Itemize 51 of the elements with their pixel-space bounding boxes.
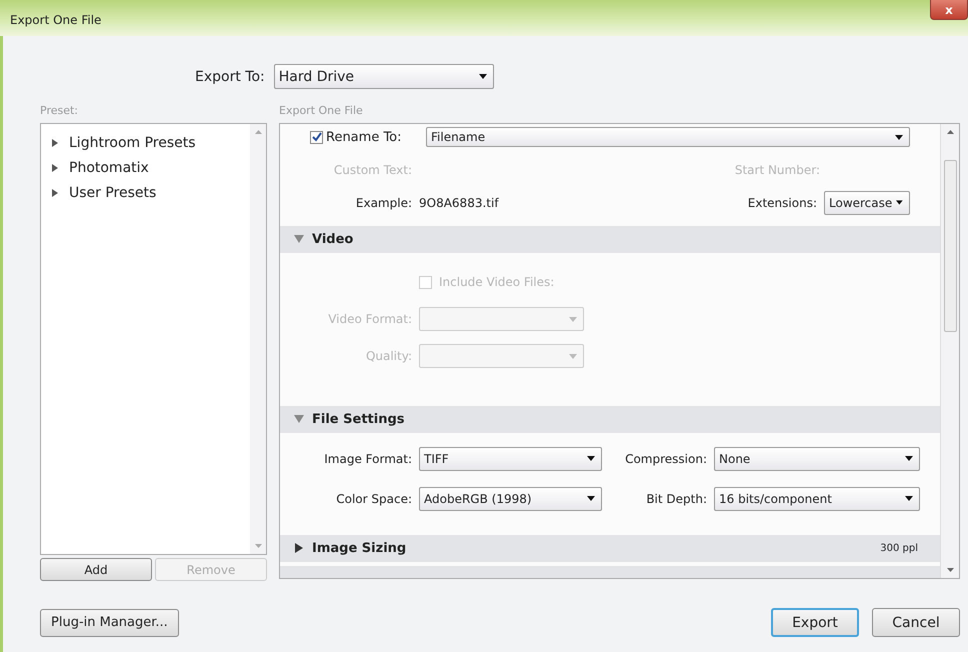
dialog-button[interactable]: Export <box>771 608 859 637</box>
preset-folder[interactable]: Photomatix <box>51 155 250 180</box>
section-header[interactable] <box>280 566 940 578</box>
panel-title: Export One File <box>279 104 364 117</box>
field-label: Bit Depth: <box>645 492 707 506</box>
field-label: Compression: <box>624 452 707 466</box>
dropdown[interactable]: None <box>714 446 920 471</box>
plug-in-manager-button[interactable]: Plug-in Manager... <box>40 608 179 636</box>
scroll-down-icon[interactable] <box>946 568 954 572</box>
checkbox-label: Include Video Files: <box>439 275 554 290</box>
extensions-label: Extensions: <box>748 196 817 210</box>
caret-icon <box>478 74 487 79</box>
section-header[interactable]: Image Sizing 300 ppl <box>280 534 940 562</box>
dropdown[interactable]: AdobeRGB (1998) <box>419 486 602 511</box>
preset-folder[interactable]: User Presets <box>51 180 250 205</box>
caret-icon <box>905 456 913 462</box>
preset-action-button[interactable]: Add <box>40 558 152 581</box>
section-header[interactable]: Video <box>280 226 940 253</box>
export-to-dropdown[interactable]: Hard Drive <box>274 64 494 89</box>
rename-checkbox[interactable] <box>310 130 323 144</box>
caret-icon <box>895 134 903 140</box>
field-label: Color Space: <box>335 492 412 506</box>
caret-icon <box>587 456 595 462</box>
dropdown[interactable]: 16 bits/component <box>714 486 920 511</box>
preset-label: Preset: <box>40 104 80 117</box>
export-to-label: Export To: <box>195 68 265 84</box>
custom-text-label: Custom Text: <box>332 162 412 177</box>
dialog-button[interactable]: Cancel <box>872 608 960 637</box>
extensions-dropdown[interactable]: Lowercase <box>824 190 910 215</box>
field-label: Video Format: <box>327 312 412 326</box>
section-summary: 300 ppl <box>880 542 918 554</box>
preset-folder[interactable]: Lightroom Presets <box>51 130 250 155</box>
rename-label: Rename To: <box>326 130 402 145</box>
window-title: Export One File <box>9 12 102 27</box>
scrollbar-thumb[interactable] <box>944 160 956 332</box>
scroll-up-icon[interactable] <box>946 130 954 134</box>
start-number-label: Start Number: <box>734 162 820 177</box>
scrollbar[interactable] <box>940 124 959 578</box>
field-label: Image Format: <box>323 452 412 466</box>
caret-icon <box>905 496 913 502</box>
dropdown[interactable]: TIFF <box>419 446 602 471</box>
caret-icon <box>896 200 903 206</box>
close-button[interactable]: x <box>930 0 968 20</box>
example-filename: 9O8A6883.tif <box>419 196 499 210</box>
section-header[interactable]: File Settings <box>280 406 940 433</box>
caret-icon <box>587 496 595 502</box>
example-label: Example: <box>354 196 412 210</box>
field-label: Quality: <box>364 349 412 364</box>
caret-icon <box>569 354 577 359</box>
caret-icon <box>569 316 577 322</box>
rename-dropdown[interactable]: Filename <box>426 127 910 148</box>
